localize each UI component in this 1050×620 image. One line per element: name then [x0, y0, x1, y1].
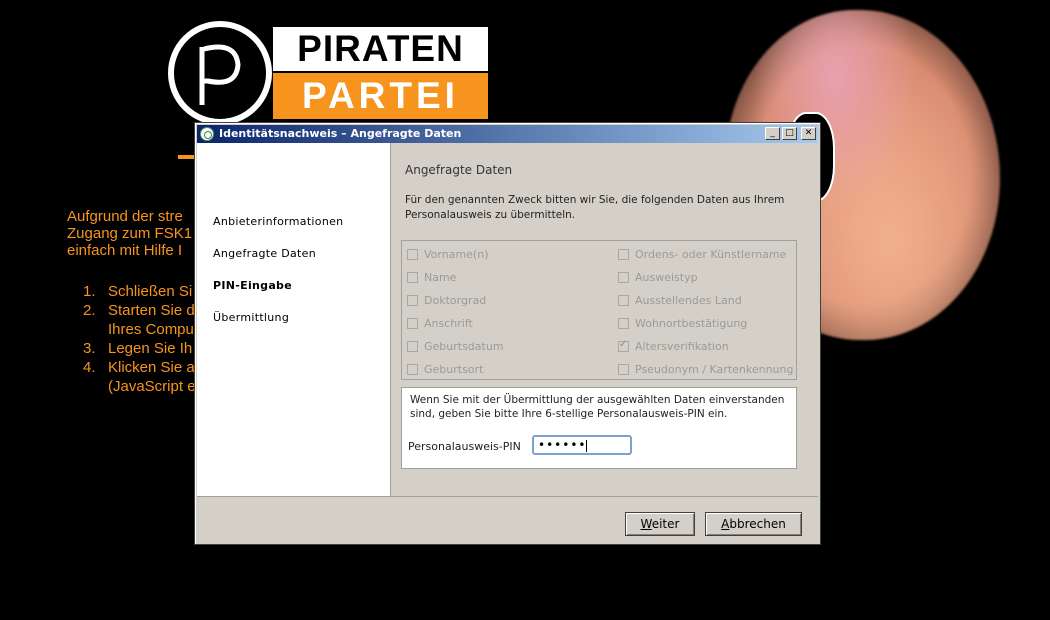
maximize-button[interactable]: □: [782, 127, 797, 140]
list-number: 4.: [83, 359, 96, 376]
button-label: bbrechen: [729, 517, 786, 531]
intro-line: einfach mit Hilfe I: [67, 242, 183, 259]
list-number: 1.: [83, 283, 96, 300]
pirate-flag-icon: [168, 21, 272, 125]
requested-data-box: Vorname(n) Name Doktorgrad Anschrift Geb…: [401, 240, 797, 380]
list-number: 3.: [83, 340, 96, 357]
pin-info-text: Wenn Sie mit der Übermittlung der ausgew…: [410, 394, 785, 420]
list-item: 3. Legen Sie Ih: [83, 339, 196, 358]
checkbox: [618, 318, 629, 329]
background-steps-list: 1. Schließen Si 2. Starten Sie d Ihres C…: [83, 282, 196, 396]
step-navigation: Anbieterinformationen Angefragte Daten P…: [197, 143, 391, 496]
field-label: Wohnortbestätigung: [635, 317, 748, 330]
minimize-button[interactable]: _: [765, 127, 780, 140]
checkbox: [407, 318, 418, 329]
button-label: eiter: [651, 517, 680, 531]
list-item: 1. Schließen Si: [83, 282, 196, 301]
checkbox: [618, 272, 629, 283]
field-doktorgrad: Doktorgrad: [407, 294, 486, 307]
list-text: Legen Sie Ih: [108, 340, 193, 357]
field-wohnortbestaetigung: Wohnortbestätigung: [618, 317, 747, 330]
field-label: Geburtsdatum: [424, 340, 504, 353]
close-button[interactable]: ✕: [801, 127, 816, 140]
checkbox-checked: [618, 339, 629, 352]
logo-text-partei: PARTEI: [273, 73, 488, 119]
cancel-button[interactable]: Abbrechen: [705, 512, 802, 536]
dialog-titlebar[interactable]: Identitätsnachweis – Angefragte Daten _ …: [197, 125, 818, 143]
intro-text: Für den genannten Zweck bitten wir Sie, …: [405, 194, 785, 221]
list-text: (JavaScript e: [108, 378, 196, 395]
pin-entry-box: Wenn Sie mit der Übermittlung der ausgew…: [401, 387, 797, 469]
mnemonic: W: [640, 517, 652, 531]
list-text: Starten Sie d: [108, 302, 195, 319]
field-pseudonym: Pseudonym / Kartenkennung: [618, 363, 793, 376]
checkbox: [618, 249, 629, 260]
field-label: Anschrift: [424, 317, 473, 330]
checkbox: [407, 272, 418, 283]
window-controls: _ □ ✕: [765, 127, 816, 140]
field-ausweistyp: Ausweistyp: [618, 271, 698, 284]
nav-item-uebermittlung: Übermittlung: [213, 311, 290, 324]
dialog-title: Identitätsnachweis – Angefragte Daten: [219, 127, 462, 140]
field-label: Geburtsort: [424, 363, 484, 376]
field-label: Pseudonym / Kartenkennung: [635, 363, 794, 376]
list-item: 2. Starten Sie d: [83, 301, 196, 320]
list-number: 2.: [83, 302, 96, 319]
field-label: Name: [424, 271, 457, 284]
list-item: 4. Klicken Sie a: [83, 358, 196, 377]
logo-text-piraten: PIRATEN: [273, 27, 488, 71]
intro-line: Aufgrund der stre: [67, 208, 183, 225]
identity-dialog: Identitätsnachweis – Angefragte Daten _ …: [194, 122, 821, 545]
nav-item-angefragte-daten: Angefragte Daten: [213, 247, 317, 260]
intro-line: Zugang zum FSK1: [67, 225, 193, 242]
dialog-footer: Weiter Abbrechen: [197, 496, 818, 542]
field-label: Ausweistyp: [635, 271, 698, 284]
checkbox: [407, 249, 418, 260]
list-text: Klicken Sie a: [108, 359, 195, 376]
app-icon: [200, 127, 214, 141]
field-geburtsort: Geburtsort: [407, 363, 483, 376]
checkbox: [407, 295, 418, 306]
field-name: Name: [407, 271, 456, 284]
field-label: Doktorgrad: [424, 294, 487, 307]
field-geburtsdatum: Geburtsdatum: [407, 340, 504, 353]
checkbox: [618, 295, 629, 306]
list-text: Schließen Si: [108, 283, 193, 300]
nav-item-anbieterinformationen: Anbieterinformationen: [213, 215, 344, 228]
checkbox: [407, 364, 418, 375]
pin-input[interactable]: ••••••: [532, 435, 632, 455]
next-button[interactable]: Weiter: [625, 512, 695, 536]
field-altersverifikation: Altersverifikation: [618, 339, 729, 353]
field-anschrift: Anschrift: [407, 317, 473, 330]
pin-value: ••••••: [538, 438, 587, 452]
background-intro-text: Aufgrund der stre Zugang zum FSK1 einfac…: [67, 208, 192, 259]
nav-item-pin-eingabe: PIN-Eingabe: [213, 279, 292, 292]
field-label: Ausstellendes Land: [635, 294, 742, 307]
list-text: Ihres Compu: [108, 321, 194, 338]
checkbox: [407, 341, 418, 352]
field-ausstellendes-land: Ausstellendes Land: [618, 294, 742, 307]
field-kuenstlername: Ordens- oder Künstlername: [618, 248, 786, 261]
field-label: Vorname(n): [424, 248, 489, 261]
content-panel: Angefragte Daten Für den genannten Zweck…: [391, 143, 818, 496]
piratenpartei-logo: PIRATEN PARTEI: [168, 21, 490, 125]
field-label: Altersverifikation: [635, 340, 729, 353]
checkbox: [618, 364, 629, 375]
field-vorname: Vorname(n): [407, 248, 488, 261]
section-title: Angefragte Daten: [405, 163, 513, 177]
text-caret: [586, 439, 588, 452]
field-label: Ordens- oder Künstlername: [635, 248, 787, 261]
pin-label: Personalausweis-PIN: [408, 440, 521, 453]
